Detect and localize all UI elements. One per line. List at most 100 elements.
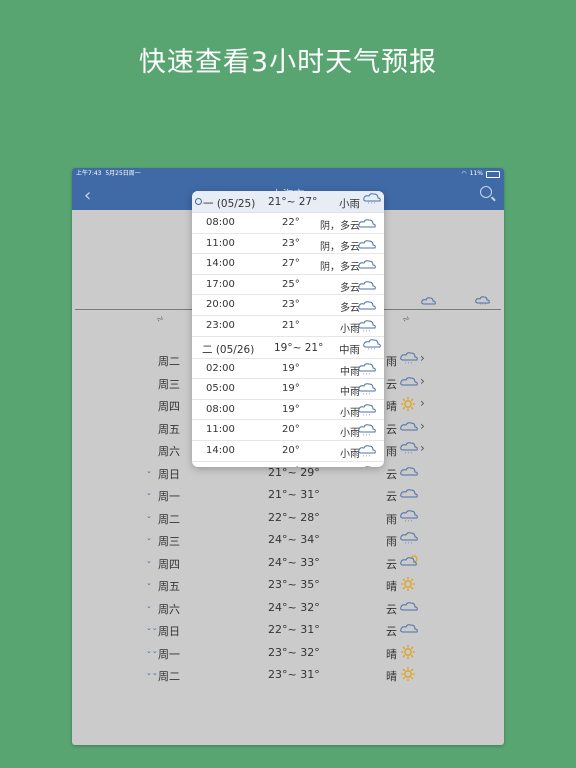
svg-text:' ' ': ' ' ' (368, 348, 375, 353)
selected-dot (195, 198, 202, 205)
day-row[interactable]: ⌄ 周一 21°~ 31° 云 (72, 485, 504, 507)
wifi-icon: ◠ (461, 170, 467, 177)
day-name: 周三 (158, 377, 180, 391)
hour-condition: 中雨 (340, 387, 360, 399)
day-condition: 晴 (386, 400, 397, 413)
svg-text:' ' ': ' ' ' (363, 455, 370, 460)
day-row[interactable]: ⌄⌄ 周一 23°~ 32° 晴 (72, 643, 504, 665)
hour-condition: 小雨 (340, 323, 360, 335)
day-row[interactable]: ⌄ 周三 24°~ 34° 雨 ' ' ' (72, 530, 504, 552)
hour-time: 17:00 (206, 278, 235, 290)
svg-text:' ' ': ' ' ' (405, 362, 412, 367)
day-condition: 雨 (386, 445, 397, 458)
search-icon[interactable] (480, 186, 492, 198)
day-temp: 24°~ 32° (268, 600, 320, 614)
hour-temp: 22° (282, 217, 300, 228)
hour-temp: 23° (282, 299, 300, 311)
hour-time: 14:00 (206, 258, 235, 270)
hourly-forecast-popup[interactable]: 一 (05/25) 21°~ 27° 小雨 ' ' ' 08:00 22° 阴，多云… (192, 191, 384, 467)
expand-arrow-icon[interactable]: ⌄⌄ (146, 624, 158, 632)
day-row[interactable]: ⌄⌄ 周日 22°~ 31° 云 (72, 620, 504, 642)
expand-arrow-icon[interactable]: ⌄ (146, 489, 152, 497)
popup-day-temp: 21°~ 27° (268, 196, 318, 208)
hour-time: 05:00 (206, 383, 235, 395)
day-condition: 雨 (386, 355, 397, 368)
expand-arrow-icon[interactable]: ⌄ (146, 534, 152, 542)
chevron-right-icon[interactable]: › (420, 441, 425, 455)
expand-arrow-icon[interactable]: ⌄⌄ (146, 669, 158, 677)
chevron-right-icon[interactable]: › (420, 419, 425, 433)
hour-time: 11:00 (206, 237, 235, 249)
day-row[interactable]: ⌄ 周四 24°~ 33° 云 (72, 553, 504, 575)
popup-day-cond: 小雨 (339, 198, 360, 210)
hour-temp: 19° (282, 383, 300, 395)
rain-cloud-icon: ' ' ' (363, 193, 381, 210)
hour-time: 11:00 (206, 424, 235, 436)
chevron-right-icon[interactable]: › (420, 396, 425, 410)
day-condition: 云 (386, 467, 397, 481)
day-name: 周四 (158, 400, 180, 413)
hour-condition: 多云 (340, 282, 360, 294)
day-temp: 22°~ 28° (268, 510, 320, 524)
cloud-icon (358, 216, 378, 233)
day-condition: 云 (386, 625, 397, 638)
chevron-right-icon[interactable]: › (420, 351, 425, 365)
cloud-icon (400, 419, 420, 436)
day-name: 周二 (158, 670, 180, 683)
day-row[interactable]: ⌄ 周五 23°~ 35° 晴 (72, 575, 504, 597)
day-row[interactable]: ⌄ 周二 22°~ 28° 雨 ' ' ' (72, 508, 504, 530)
rain-cloud-icon: ' ' ' (358, 444, 378, 463)
rain-cloud-icon: ' ' ' (400, 441, 420, 460)
day-name: 周日 (158, 467, 180, 481)
day-condition: 雨 (386, 535, 397, 548)
expand-arrow-icon[interactable]: ⌄ (146, 467, 152, 475)
rain-cloud-icon: ' ' ' (363, 338, 381, 356)
popup-day-label: 一 (05/25) (203, 198, 256, 210)
day-name: 周五 (158, 580, 180, 593)
svg-text:' ' ': ' ' ' (363, 434, 370, 439)
hour-temp: 27° (282, 258, 300, 270)
sun-icon (400, 666, 416, 685)
expand-arrow-icon[interactable]: ⌄ (146, 602, 152, 610)
svg-text:' ' ': ' ' ' (368, 202, 375, 207)
hour-time: 08:00 (206, 217, 235, 228)
popup-day-header[interactable]: 二 (05/26) 19°~ 21° 中雨 ' ' ' (192, 336, 384, 359)
hour-temp: 23° (282, 237, 300, 249)
day-row[interactable]: ⌄⌄ 周二 23°~ 31° 晴 (72, 665, 504, 687)
partly-cloudy-icon (400, 554, 420, 571)
expand-arrow-icon[interactable]: ⌄⌄ (146, 647, 158, 655)
hour-time: 02:00 (206, 362, 235, 374)
day-name: 周六 (158, 602, 180, 616)
day-condition: 晴 (386, 580, 397, 593)
popup-day-header[interactable]: 一 (05/25) 21°~ 27° 小雨 ' ' ' (192, 191, 384, 213)
expand-arrow-icon[interactable]: ⌄ (146, 512, 152, 520)
cloud-icon (400, 464, 420, 481)
hourly-row: 23:00 21° 小雨 ' ' ' (192, 316, 384, 337)
svg-text:' ' ': ' ' ' (405, 542, 412, 547)
day-temp: 23°~ 35° (268, 578, 320, 591)
day-temp: 22°~ 31° (268, 623, 320, 636)
sunrise-icon: ⩫ (156, 314, 165, 325)
svg-text:' ' ': ' ' ' (363, 393, 370, 398)
hour-condition: 小雨 (340, 448, 360, 460)
sun-icon (400, 576, 416, 595)
day-row[interactable]: ⌄ 周六 24°~ 32° 云 (72, 598, 504, 620)
svg-text:' ' ': ' ' ' (405, 520, 412, 525)
hour-condition: 小雨 (340, 428, 360, 440)
day-name: 周一 (158, 647, 180, 661)
day-temp: 24°~ 34° (268, 533, 320, 546)
cloud-icon (400, 599, 420, 616)
chevron-right-icon[interactable]: › (420, 374, 425, 388)
expand-arrow-icon[interactable]: ⌄ (146, 557, 152, 565)
day-name: 周二 (158, 355, 180, 368)
expand-arrow-icon[interactable]: ⌄ (146, 579, 152, 587)
hour-condition: 阴，多云 (320, 221, 360, 232)
day-temp: 21°~ 29° (268, 465, 320, 479)
day-temp: 23°~ 31° (268, 668, 320, 681)
rain-cloud-icon: ' ' ' (358, 465, 378, 467)
hourly-row: 17:00 21° 小雨' ' ' (192, 462, 384, 467)
popup-day-temp: 19°~ 21° (274, 341, 324, 354)
svg-text:' ' ': ' ' ' (363, 373, 370, 378)
day-name: 周六 (158, 445, 180, 458)
hour-time: 08:00 (206, 403, 235, 415)
